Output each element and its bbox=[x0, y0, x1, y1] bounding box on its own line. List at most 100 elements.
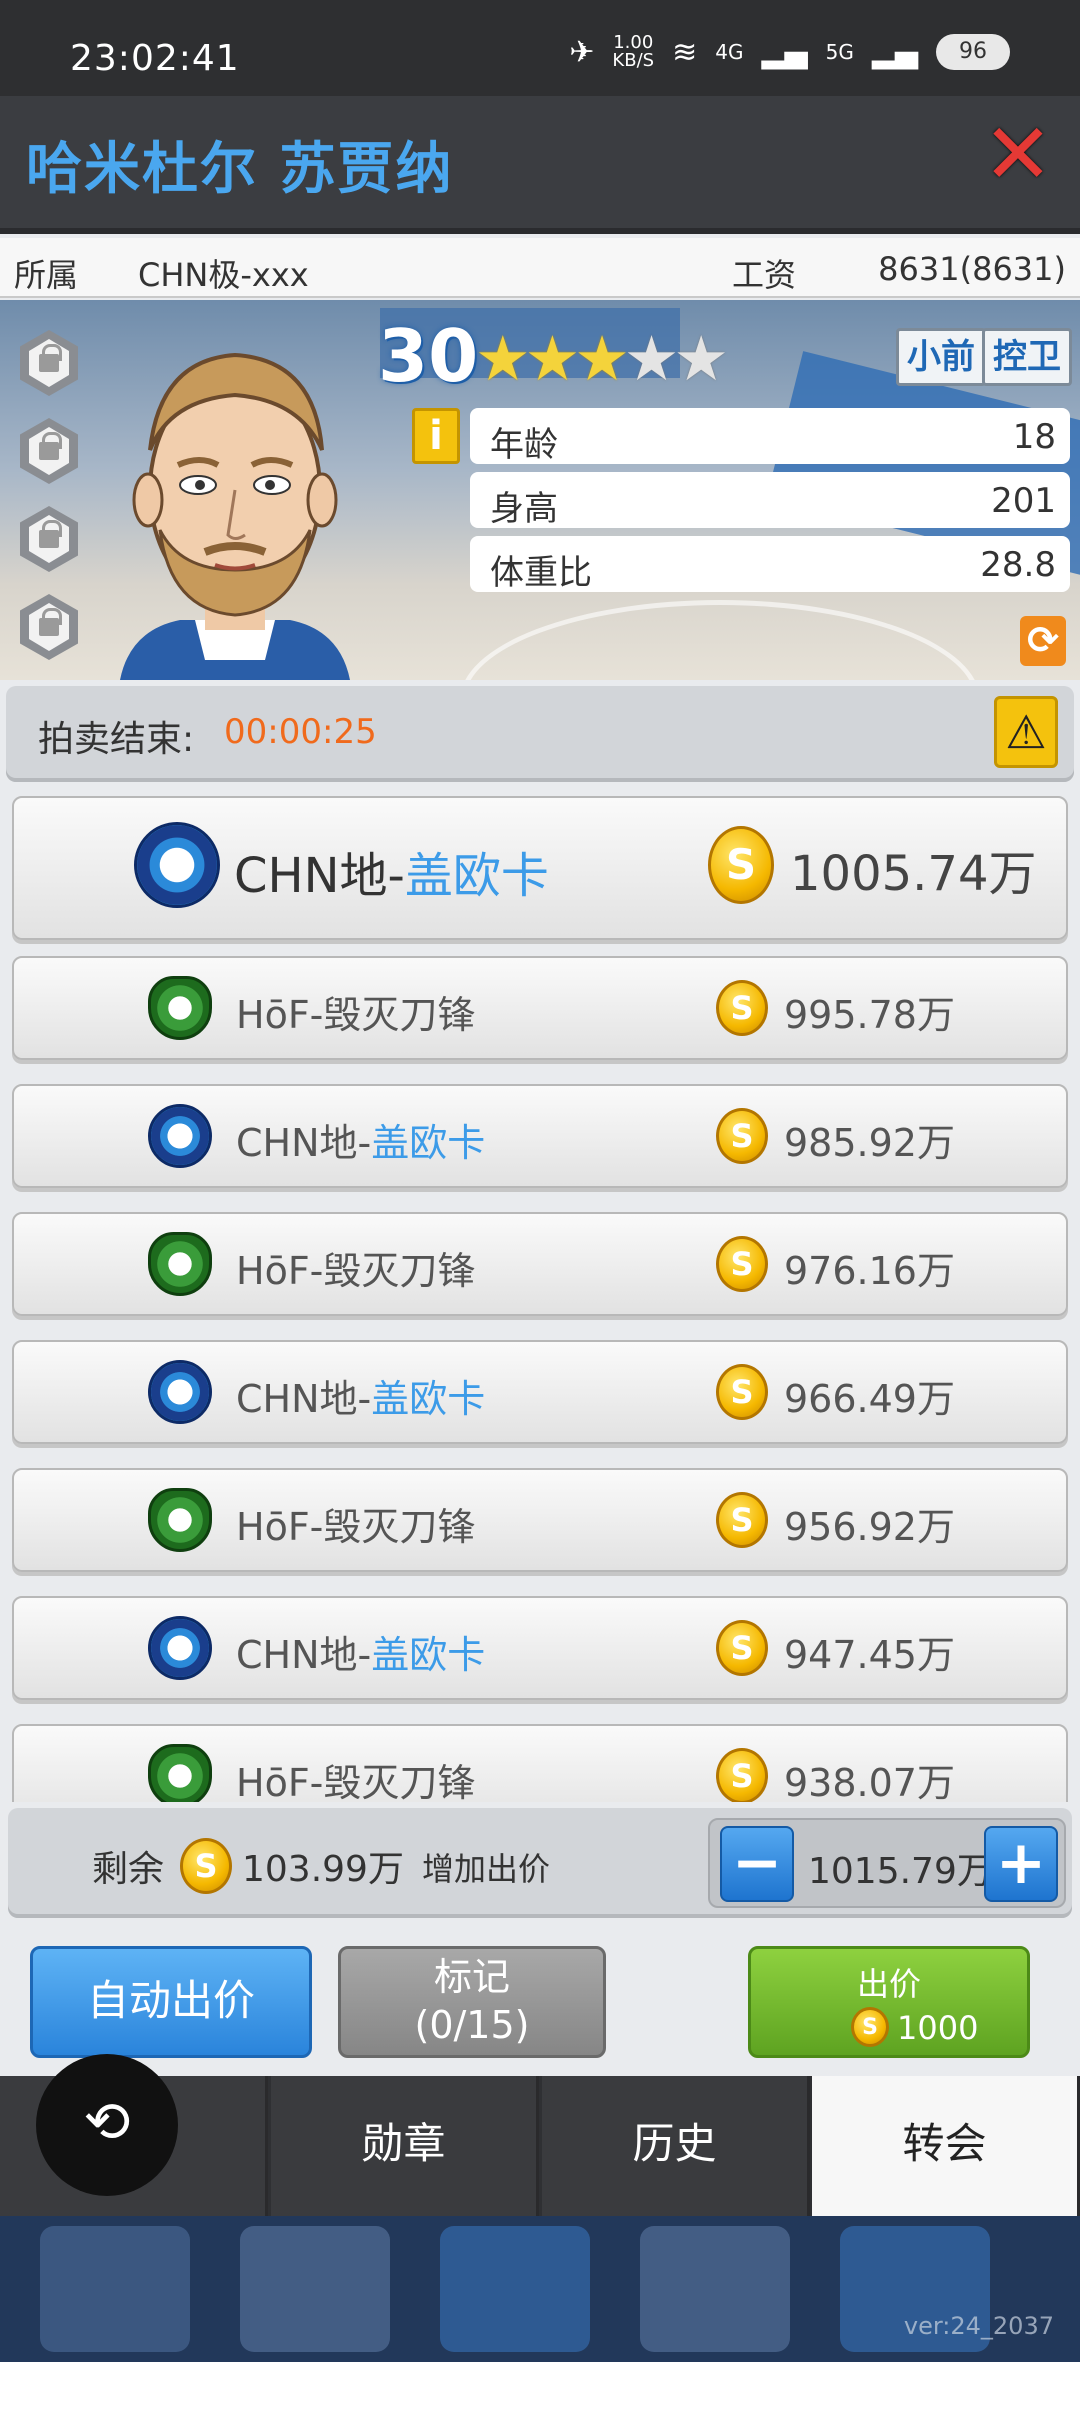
position-tag: 小前 bbox=[896, 328, 986, 386]
salary-label: 工资 bbox=[732, 256, 797, 294]
coin-icon: S bbox=[180, 1838, 232, 1894]
bid-row: CHN地-盖欧卡 S 985.92万 bbox=[12, 1084, 1068, 1188]
place-bid-button[interactable]: 出价 S 1000 bbox=[748, 1946, 1030, 2058]
signal-bars-icon: ▂▄ bbox=[761, 34, 808, 70]
team-label: 所属 bbox=[14, 256, 79, 294]
team-name-prefix: CHN地- bbox=[236, 1377, 372, 1421]
player-avatar bbox=[120, 352, 350, 680]
bid-row: HōF-毁灭刀锋 S 938.07万 bbox=[12, 1724, 1068, 1802]
coin-icon: S bbox=[716, 1236, 768, 1292]
ball-nav-icon[interactable] bbox=[640, 2226, 790, 2352]
team-logo-blue-icon bbox=[148, 1360, 212, 1424]
bidder-team-name: CHN地-盖欧卡 bbox=[236, 1112, 485, 1167]
bid-amount: 985.92万 bbox=[784, 1121, 955, 1165]
info-row: 所属 CHN极-xxx 工资 8631(8631) bbox=[0, 238, 1080, 298]
coin-icon: S bbox=[716, 1364, 768, 1420]
place-bid-cost: 1000 bbox=[897, 2009, 979, 2047]
system-nav-area bbox=[0, 2362, 1080, 2412]
bidder-team-name: HōF-毁灭刀锋 bbox=[236, 1240, 475, 1295]
team-name-highlight: 盖欧卡 bbox=[371, 1121, 486, 1165]
team-nav-icon[interactable] bbox=[440, 2226, 590, 2352]
warning-icon[interactable]: ⚠ bbox=[994, 696, 1058, 768]
bidder-team-name: HōF-毁灭刀锋 bbox=[236, 984, 475, 1039]
stat-label: 年龄 bbox=[490, 425, 558, 465]
coin-icon: S bbox=[716, 1108, 768, 1164]
lock-icon[interactable] bbox=[20, 330, 78, 396]
stat-age: 年龄 18 bbox=[470, 408, 1070, 465]
star-filled-icon: ★ bbox=[475, 322, 531, 395]
auto-bid-button[interactable]: 自动出价 bbox=[30, 1946, 312, 2058]
increase-bid-label: 增加出价 bbox=[422, 1850, 551, 1888]
floating-screen-icon[interactable]: ⟲ bbox=[36, 2054, 178, 2196]
coin-icon: S bbox=[716, 1748, 768, 1802]
bid-amount: 938.07万 bbox=[784, 1761, 955, 1802]
lock-icon[interactable] bbox=[20, 418, 78, 484]
bidder-team-name: CHN地-盖欧卡 bbox=[234, 836, 549, 906]
court-line bbox=[460, 600, 980, 680]
team-name-highlight: 盖欧卡 bbox=[371, 1377, 486, 1421]
bid-row: CHN地-盖欧卡 S 947.45万 bbox=[12, 1596, 1068, 1700]
lock-icon[interactable] bbox=[20, 594, 78, 660]
player-rating: 30 bbox=[378, 314, 479, 398]
bidder-team-name: CHN地-盖欧卡 bbox=[236, 1624, 485, 1679]
team-name-highlight: 盖欧卡 bbox=[371, 1633, 486, 1677]
bid-amount: 976.16万 bbox=[784, 1249, 955, 1293]
place-bid-label: 出价 bbox=[856, 1965, 921, 2003]
mark-count: (0/15) bbox=[414, 2003, 530, 2047]
top-bid-row: CHN地-盖欧卡 S 1005.74万 bbox=[12, 796, 1068, 940]
bid-panel: 剩余 S 103.99万 增加出价 − 1015.79万 + bbox=[8, 1808, 1072, 1918]
bid-row: CHN地-盖欧卡 S 966.49万 bbox=[12, 1340, 1068, 1444]
signal-bars-icon-2: ▂▄ bbox=[871, 34, 918, 70]
stat-weight-ratio: 体重比 28.8 bbox=[470, 536, 1070, 593]
stat-label: 身高 bbox=[490, 489, 558, 529]
increase-bid-button[interactable]: + bbox=[984, 1826, 1058, 1902]
tab-medals[interactable]: 勋章 bbox=[271, 2076, 539, 2216]
bid-row: HōF-毁灭刀锋 S 995.78万 bbox=[12, 956, 1068, 1060]
title-bar: 哈米杜尔 苏贾纳 ✕ bbox=[0, 96, 1080, 234]
info-icon[interactable]: i bbox=[412, 408, 460, 464]
team-name-highlight: 盖欧卡 bbox=[404, 848, 549, 904]
star-nav-icon[interactable] bbox=[40, 2226, 190, 2352]
close-icon[interactable]: ✕ bbox=[982, 112, 1054, 196]
team-name-prefix: CHN地- bbox=[236, 1121, 372, 1165]
team-logo-green-icon bbox=[148, 1488, 212, 1552]
mark-label: 标记 bbox=[433, 1955, 510, 1999]
bidder-team-name: CHN地-盖欧卡 bbox=[236, 1368, 485, 1423]
team-name-prefix: HōF-毁灭刀锋 bbox=[236, 1761, 476, 1802]
bid-amount: 966.49万 bbox=[784, 1377, 955, 1421]
auction-end-label: 拍卖结束: bbox=[38, 719, 195, 760]
tab-history[interactable]: 历史 bbox=[542, 2076, 810, 2216]
star-empty-icon: ★ bbox=[673, 322, 729, 395]
stat-height: 身高 201 bbox=[470, 472, 1070, 529]
bidder-team-name: HōF-毁灭刀锋 bbox=[236, 1752, 475, 1802]
bid-amount: 956.92万 bbox=[784, 1505, 955, 1549]
refresh-icon[interactable]: ⟳ bbox=[1020, 616, 1066, 666]
yen-nav-icon[interactable] bbox=[240, 2226, 390, 2352]
remaining-label: 剩余 bbox=[92, 1849, 165, 1890]
team-name-prefix: HōF-毁灭刀锋 bbox=[236, 1249, 476, 1293]
status-bar: 23:02:41 ✈ 1.00 KB/S ≋ 4G ▂▄ 5G ▂▄ 96 bbox=[0, 0, 1080, 96]
bid-amount: 947.45万 bbox=[784, 1633, 955, 1677]
remaining-value: 103.99万 bbox=[242, 1849, 404, 1890]
version-label: ver:24_2037 bbox=[903, 2312, 1054, 2340]
net-speed-unit: KB/S bbox=[612, 50, 655, 71]
star-rating: ★★★★★ bbox=[475, 322, 729, 395]
team-logo-blue-icon bbox=[134, 822, 220, 908]
decrease-bid-button[interactable]: − bbox=[720, 1826, 794, 1902]
team-name-prefix: CHN地- bbox=[236, 1633, 372, 1677]
coin-icon: S bbox=[716, 980, 768, 1036]
stat-label: 体重比 bbox=[490, 553, 592, 593]
net-speed: 1.00 KB/S bbox=[612, 34, 654, 70]
auction-status-bar: 拍卖结束: 00:00:25 ⚠ bbox=[6, 686, 1074, 782]
status-time: 23:02:41 bbox=[70, 38, 240, 79]
bid-list[interactable]: CHN地-盖欧卡 S 1005.74万 HōF-毁灭刀锋 S 995.78万 CHN地-盖欧… bbox=[0, 796, 1080, 1802]
star-filled-icon: ★ bbox=[574, 322, 630, 395]
lock-icon[interactable] bbox=[20, 506, 78, 572]
bid-row: HōF-毁灭刀锋 S 956.92万 bbox=[12, 1468, 1068, 1572]
coin-icon: S bbox=[716, 1620, 768, 1676]
player-card: 30 ★★★★★ 小前 控卫 i 年龄 18 身高 201 体重比 28.8 ⟳ bbox=[0, 300, 1080, 680]
stat-value: 28.8 bbox=[980, 545, 1056, 585]
bid-amount: 995.78万 bbox=[784, 993, 955, 1037]
mark-button[interactable]: 标记 (0/15) bbox=[338, 1946, 606, 2058]
tab-transfer[interactable]: 转会 bbox=[812, 2076, 1080, 2216]
